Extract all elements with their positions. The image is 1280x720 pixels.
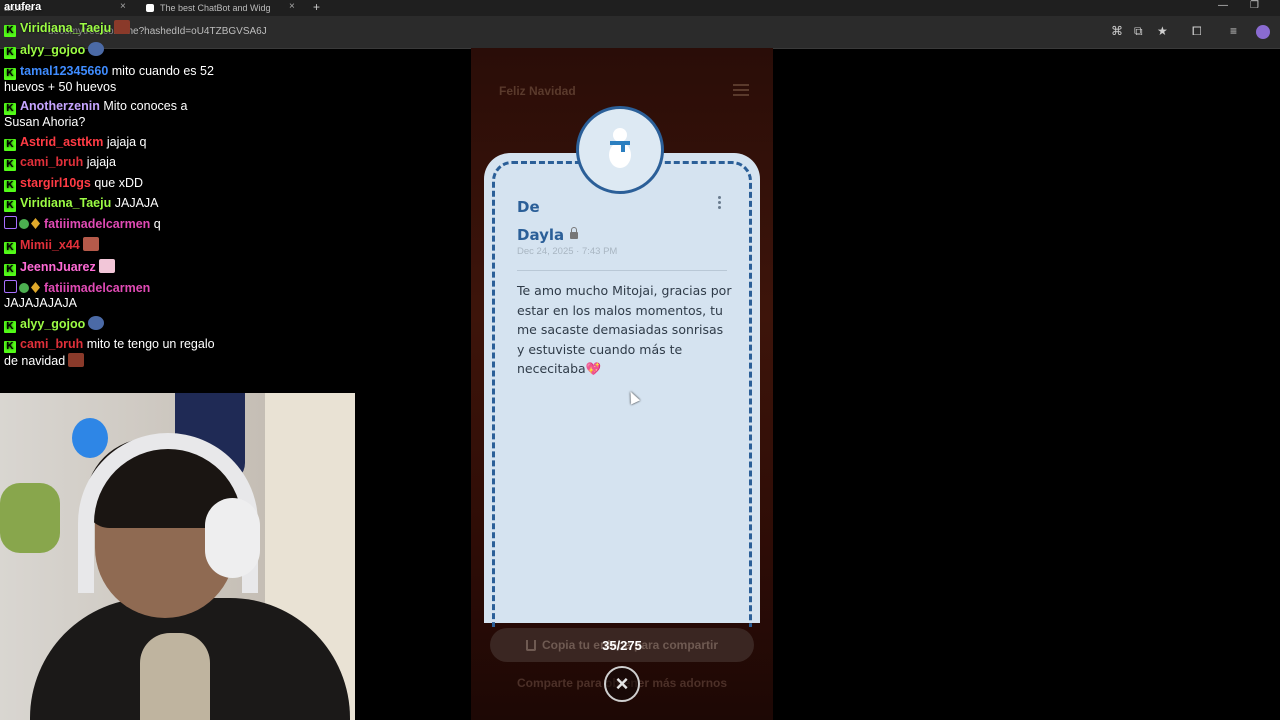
chat-message: Kcami_bruh mito te tengo un regalo de na… [4,337,219,369]
chat-message: Kalyy_gojoo [4,316,219,333]
kick-badge-icon: K [4,200,16,212]
chat-text: q [153,217,161,231]
kick-badge-icon: K [4,321,16,333]
chat-message: K Mimii_x44 [4,237,219,254]
tab-chatbot[interactable]: The best ChatBot and Widg [146,0,271,16]
kick-badge-icon: K [4,159,16,171]
chat-message: K Anotherzenin Mito conoces a Susan Ahori… [4,99,219,130]
webcam-toy [72,418,108,458]
close-icon[interactable]: × [289,1,295,12]
close-icon[interactable]: × [120,1,126,12]
chat-message: Kalyy_gojoo [4,42,219,59]
chat-username: fatiiimadelcarmen [44,281,151,295]
chat-text: que xDD [94,176,143,190]
gem-badge-icon [31,218,40,229]
chat-cut-user: arufera [4,1,42,13]
chat-username: cami_bruh [20,337,84,351]
message-card: De Dayla Dec 24, 2025 · 7:43 PM Te amo m… [484,153,760,627]
chat-message: K Astrid_asttkm jajaja q [4,135,219,151]
chat-text: jajaja [86,155,116,169]
emote-icon [98,259,115,273]
emote-icon [82,237,99,251]
message-counter: 35/275 [602,638,642,653]
chat-text: JAJAJAJAJA [4,296,77,310]
message-body: Te amo mucho Mitojai, gracias por estar … [517,281,732,379]
chat-username: Viridiana_Taeju [20,21,112,35]
emote-icon [88,316,105,330]
more-options-icon[interactable] [718,196,722,211]
emote-icon [68,353,85,367]
chat-username: cami_bruh [20,155,84,169]
kick-badge-icon: K [4,139,16,151]
close-button[interactable]: × [604,666,640,702]
chat-username: JeennJuarez [20,260,96,274]
chat-username: fatiiimadelcarmen [44,217,151,231]
sub-badge-icon [19,219,29,229]
kick-badge-icon: K [4,242,16,254]
kick-badge-icon: K [4,180,16,192]
twitch-badge-icon [4,216,17,229]
kick-badge-icon: K [4,103,16,115]
card-sender: De Dayla [517,193,579,249]
from-label: De [517,198,540,216]
tab-favicon-icon [146,4,154,12]
cast-icon[interactable]: ⧉ [1134,24,1143,39]
emote-icon [114,20,131,34]
gem-badge-icon [31,282,40,293]
emote-icon [88,42,105,56]
chat-username: Mimii_x44 [20,238,80,252]
chat-username: tamal12345660 [20,64,109,78]
chat-message: Kcami_bruh jajaja [4,155,219,171]
chat-username: alyy_gojoo [20,317,86,331]
media-control-icon[interactable]: ≡ [1230,24,1237,38]
chat-text: jajaja q [106,135,147,149]
webcam-pillow [0,483,60,553]
browser-tabbar: arufera × The best ChatBot and Widg × + … [0,0,1280,16]
headphone-earcup [205,498,260,578]
heart-emoji: 💖 [585,361,602,376]
profile-avatar[interactable] [1256,25,1270,39]
kick-badge-icon: K [4,341,16,353]
share-icon [525,639,536,651]
hamburger-menu-icon[interactable] [733,84,749,96]
tab-title: The best ChatBot and Widg [160,3,271,13]
chat-message: Ktamal12345660 mito cuando es 52 huevos … [4,64,219,95]
minimize-icon[interactable]: — [1218,0,1228,11]
maximize-icon[interactable]: ❐ [1250,0,1259,11]
christmas-app-panel: Feliz Navidad De Dayla Dec 24, 2025 · 7:… [471,48,773,720]
card-divider [517,270,727,271]
sub-badge-icon [19,283,29,293]
chat-message: fatiiimadelcarmen q [4,216,219,232]
webcam-person-shirt [140,633,210,720]
snowman-avatar [576,106,664,194]
sender-name: Dayla [517,226,565,244]
translate-icon[interactable]: ⌘ [1111,24,1123,38]
chat-message: fatiiimadelcarmen JAJAJAJAJA [4,280,219,311]
message-date: Dec 24, 2025 · 7:43 PM [517,246,618,257]
chat-message: K Viridiana_Taeju JAJAJA [4,196,219,212]
chat-username: alyy_gojoo [20,43,86,57]
webcam-feed [0,393,355,720]
chat-username: stargirl10gs [20,176,91,190]
new-tab-button[interactable]: + [313,0,320,14]
chat-username: Viridiana_Taeju [20,196,112,210]
extensions-icon[interactable]: ⧠ [1192,24,1202,39]
chat-text: JAJAJA [114,196,159,210]
chat-message: K Viridiana_Taeju [4,20,219,37]
chat-message: Kstargirl10gs que xDD [4,176,219,192]
bookmark-star-icon[interactable]: ★ [1157,24,1168,38]
chat-message: K JeennJuarez [4,259,219,276]
chat-username: Astrid_asttkm [20,135,104,149]
snowman-icon [607,128,633,172]
chat-username: Anotherzenin [20,99,100,113]
app-title: Feliz Navidad [499,84,576,98]
message-text: Te amo mucho Mitojai, gracias por estar … [517,283,732,376]
kick-badge-icon: K [4,68,16,80]
twitch-badge-icon [4,280,17,293]
kick-badge-icon: K [4,264,16,276]
kick-badge-icon: K [4,25,16,37]
kick-badge-icon: K [4,47,16,59]
lock-icon [570,227,579,239]
